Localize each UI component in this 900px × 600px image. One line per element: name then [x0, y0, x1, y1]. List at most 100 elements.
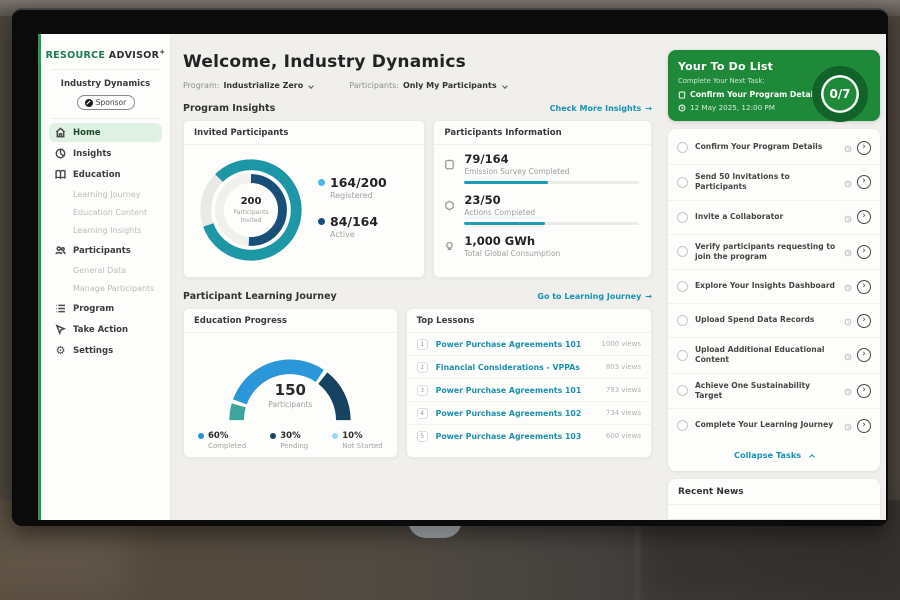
chevron-right-icon[interactable]: › [857, 210, 871, 224]
lesson-link[interactable]: Financial Considerations - VPPAs [436, 363, 604, 372]
program-select[interactable]: Program: Industrialize Zero [183, 81, 313, 90]
emission-progress-bar [464, 181, 639, 184]
task-checkbox[interactable] [677, 350, 688, 361]
chevron-right-icon[interactable]: › [857, 384, 871, 398]
background-highlight [0, 520, 130, 600]
donut-legend: 164/200 Registered 84/164 Active [318, 167, 387, 253]
filter-bar: Program: Industrialize Zero Participants… [183, 81, 652, 90]
sidebar-nav: Home Insights Education Learning Journey… [41, 123, 170, 360]
sidebar-item-program[interactable]: Program [49, 299, 162, 318]
sidebar-item-home[interactable]: Home [49, 123, 162, 142]
consumption-row: 1,000 GWh Total Global Consumption [434, 227, 651, 260]
rank-badge: 5 [417, 431, 428, 442]
clock-icon [844, 277, 852, 296]
legend-active: 84/164 Active [318, 214, 387, 239]
todo-panel: Your To Do List Complete Your Next Task:… [668, 50, 880, 520]
check-more-insights-link[interactable]: Check More Insights → [550, 104, 652, 113]
rank-badge: 4 [417, 408, 428, 419]
chevron-right-icon[interactable]: › [857, 314, 871, 328]
card-title: Participants Information [434, 121, 651, 145]
list-icon [55, 303, 66, 314]
sidebar-item-general-data[interactable]: General Data [55, 262, 162, 279]
task-checkbox[interactable] [677, 177, 688, 188]
task-checkbox[interactable] [677, 281, 688, 292]
sidebar-item-education[interactable]: Education [49, 165, 162, 184]
task-checkbox[interactable] [677, 315, 688, 326]
pointer-icon [55, 324, 66, 335]
chevron-right-icon[interactable]: › [857, 141, 871, 155]
monitor-bezel: RESOURCE ADVISOR+ Industry Dynamics Spon… [12, 8, 888, 526]
legend-dot [198, 433, 204, 439]
task-checkbox[interactable] [677, 385, 688, 396]
gauge-center-label: Participants [195, 400, 385, 409]
lesson-row: 3 Power Purchase Agreements 101 793views [407, 379, 651, 402]
top-lessons-card: Top Lessons 1 Power Purchase Agreements … [406, 308, 652, 458]
lesson-link[interactable]: Power Purchase Agreements 102 [436, 409, 604, 418]
chevron-right-icon[interactable]: › [857, 280, 871, 294]
chevron-right-icon[interactable]: › [857, 245, 871, 259]
lesson-link[interactable]: Power Purchase Agreements 103 [436, 432, 604, 441]
chevron-right-icon[interactable]: › [857, 419, 871, 433]
sidebar-item-manage-participants[interactable]: Manage Participants [55, 280, 162, 297]
actions-progress-bar [464, 222, 639, 225]
lesson-link[interactable]: Power Purchase Agreements 101 [436, 340, 600, 349]
todo-summary-card: Your To Do List Complete Your Next Task:… [668, 50, 880, 121]
participants-select[interactable]: Participants: Only My Participants [349, 81, 506, 90]
legend-dot [318, 218, 325, 225]
sponsor-icon [85, 99, 93, 107]
clock-icon [844, 346, 852, 365]
book-icon [55, 169, 66, 180]
task-row[interactable]: Achieve One Sustainability Target › [668, 374, 880, 410]
invited-donut-chart: 200 Participants Invited [192, 151, 310, 269]
sidebar-item-take-action[interactable]: Take Action [49, 320, 162, 339]
participants-information-card: Participants Information 79/164 Emission… [433, 120, 652, 278]
sidebar-item-participants[interactable]: Participants [49, 241, 162, 260]
collapse-tasks-button[interactable]: Collapse Tasks [668, 442, 880, 469]
task-row[interactable]: Invite a Collaborator › [668, 201, 880, 235]
task-checkbox[interactable] [677, 142, 688, 153]
rank-badge: 1 [417, 339, 428, 350]
arrow-right-icon: → [645, 292, 652, 301]
gear-icon: ⚙ [55, 345, 66, 356]
task-checkbox[interactable] [677, 246, 688, 257]
chevron-right-icon[interactable]: › [857, 348, 871, 362]
chevron-down-icon [308, 83, 314, 89]
legend-dot [332, 433, 338, 439]
chevron-right-icon[interactable]: › [857, 175, 871, 189]
task-row[interactable]: Complete Your Learning Journey › [668, 409, 880, 442]
clock-icon [844, 173, 852, 192]
task-checkbox[interactable] [677, 420, 688, 431]
task-row[interactable]: Upload Spend Data Records › [668, 304, 880, 338]
clock-icon [678, 104, 686, 112]
bulb-icon [444, 234, 456, 258]
card-title: Education Progress [184, 309, 397, 333]
legend-not-started: 10% Not Started [332, 431, 382, 450]
rank-badge: 2 [417, 362, 428, 373]
clock-icon [844, 242, 852, 261]
sidebar-item-settings[interactable]: ⚙ Settings [49, 341, 162, 360]
recent-news-title: Recent News [668, 479, 880, 505]
task-row[interactable]: Send 50 Invitations to Participants › [668, 165, 880, 201]
task-row[interactable]: Upload Additional Educational Content › [668, 338, 880, 374]
org-name: Industry Dynamics [41, 79, 170, 89]
actions-completed-row: 23/50 Actions Completed [434, 186, 651, 227]
task-checkbox[interactable] [677, 212, 688, 223]
sidebar-item-learning-insights[interactable]: Learning Insights [55, 222, 162, 239]
go-to-learning-journey-link[interactable]: Go to Learning Journey → [537, 292, 652, 301]
lesson-row: 5 Power Purchase Agreements 103 600views [407, 425, 651, 447]
logo-advisor: ADVISOR+ [109, 50, 166, 61]
legend-dot [318, 179, 325, 186]
arrow-right-icon: → [645, 104, 652, 113]
gauge-legend: 60% Completed 30% Pending 10% [184, 427, 397, 450]
task-row[interactable]: Verify participants requesting to join t… [668, 235, 880, 271]
task-row[interactable]: Explore Your Insights Dashboard › [668, 270, 880, 304]
sidebar-item-insights[interactable]: Insights [49, 144, 162, 163]
sponsor-badge: Sponsor [77, 95, 135, 110]
clock-icon [844, 416, 852, 435]
sidebar-item-learning-journey[interactable]: Learning Journey [55, 186, 162, 203]
pie-chart-icon [55, 148, 66, 159]
sidebar-item-education-content[interactable]: Education Content [55, 204, 162, 221]
lesson-link[interactable]: Power Purchase Agreements 101 [436, 386, 604, 395]
app-logo[interactable]: RESOURCE ADVISOR+ [41, 44, 170, 69]
task-row[interactable]: Confirm Your Program Details › [668, 131, 880, 165]
